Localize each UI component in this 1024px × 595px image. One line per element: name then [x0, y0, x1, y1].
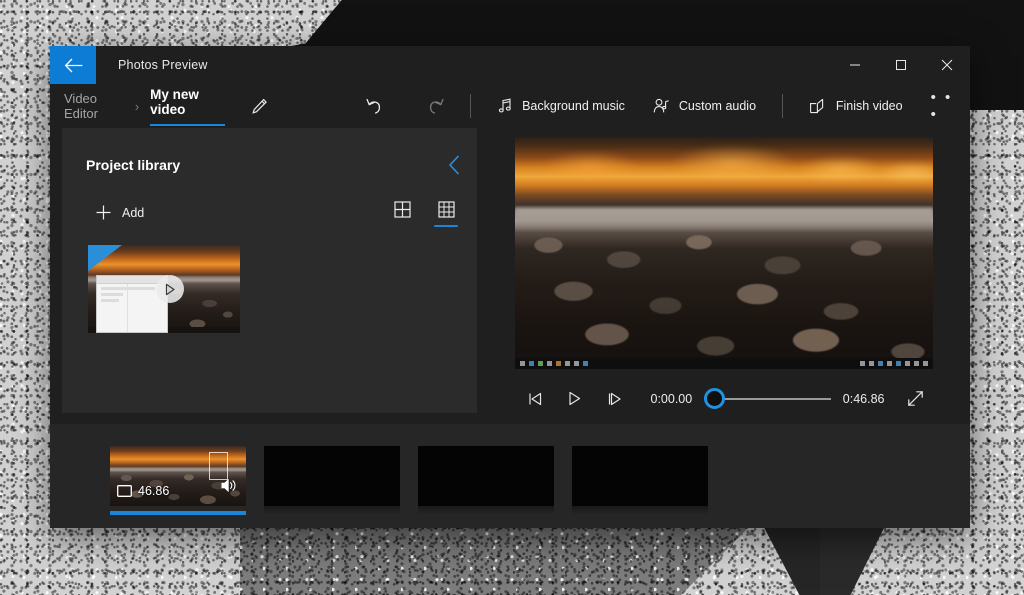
library-title: Project library — [86, 157, 437, 173]
command-bar: Video Editor › My new video — [50, 84, 970, 128]
close-icon — [941, 59, 953, 71]
chevron-left-icon — [448, 155, 461, 175]
maximize-icon — [895, 59, 907, 71]
playback-scrubber[interactable] — [704, 389, 831, 409]
toolbar-divider-1 — [470, 94, 471, 118]
clip-audio-button[interactable] — [221, 478, 238, 498]
previous-frame-button[interactable] — [515, 382, 555, 416]
library-media-item[interactable] — [88, 245, 240, 333]
view-large-thumbnails-button[interactable] — [387, 198, 417, 227]
timeline-clip[interactable]: 46.86 — [110, 446, 246, 506]
media-selected-corner-indicator — [88, 245, 122, 271]
fullscreen-icon — [907, 390, 924, 407]
music-note-icon — [497, 98, 513, 114]
library-toolbar: Add — [62, 180, 477, 227]
finish-video-label: Finish video — [836, 99, 903, 113]
video-frame-icon — [117, 485, 132, 497]
finish-video-button[interactable]: Finish video — [803, 91, 909, 121]
clip-selected-indicator — [110, 511, 246, 515]
total-time-label: 0:46.86 — [843, 392, 885, 406]
breadcrumb-separator: › — [135, 99, 139, 114]
minimize-button[interactable] — [832, 46, 878, 84]
clip-duration-label: 46.86 — [138, 484, 169, 498]
timeline-clip[interactable] — [418, 446, 554, 506]
custom-audio-button[interactable]: Custom audio — [647, 91, 762, 121]
app-title: Photos Preview — [96, 46, 832, 84]
next-frame-icon — [607, 392, 623, 406]
background-music-label: Background music — [522, 99, 625, 113]
scrubber-handle[interactable] — [704, 388, 725, 409]
video-preview-image — [515, 137, 933, 369]
redo-button[interactable] — [423, 91, 450, 121]
library-view-toggles — [387, 198, 461, 227]
library-header: Project library — [62, 128, 477, 180]
back-button[interactable] — [50, 46, 96, 84]
back-arrow-icon — [64, 58, 83, 73]
redo-icon — [427, 97, 446, 115]
undo-button[interactable] — [360, 91, 387, 121]
play-button[interactable] — [555, 382, 595, 416]
current-time-label: 0:00.00 — [651, 392, 693, 406]
speaker-on-icon — [221, 478, 238, 493]
custom-audio-label: Custom audio — [679, 99, 756, 113]
minimize-icon — [849, 59, 861, 71]
video-preview-panel: 0:00.00 0:46.86 — [477, 128, 970, 424]
add-media-label: Add — [122, 206, 144, 220]
title-bar: Photos Preview — [50, 46, 970, 84]
pencil-icon — [251, 98, 268, 115]
clip-duration: 46.86 — [117, 484, 169, 498]
more-options-button[interactable]: • • • — [931, 91, 956, 121]
toolbar-divider-2 — [782, 94, 783, 118]
clip-crop-marker — [209, 452, 228, 480]
timeline-clip[interactable] — [264, 446, 400, 506]
close-button[interactable] — [924, 46, 970, 84]
grid-small-icon — [438, 201, 455, 218]
player-controls: 0:00.00 0:46.86 — [515, 369, 933, 424]
photos-preview-window: Photos Preview Video Editor › My new vid… — [50, 46, 970, 528]
timeline-clip[interactable] — [572, 446, 708, 506]
breadcrumb-project-name[interactable]: My new video — [150, 87, 224, 126]
breadcrumb-video-editor[interactable]: Video Editor — [62, 89, 126, 123]
scrubber-track-line — [715, 398, 831, 400]
video-preview-frame[interactable] — [515, 137, 933, 369]
view-small-thumbnails-button[interactable] — [431, 198, 461, 227]
background-music-button[interactable]: Background music — [491, 91, 631, 121]
add-media-button[interactable]: Add — [88, 199, 151, 226]
next-frame-button[interactable] — [595, 382, 635, 416]
project-library-panel: Project library Add — [62, 128, 477, 413]
plus-icon — [95, 204, 112, 221]
previous-frame-icon — [527, 392, 543, 406]
play-overlay-icon — [156, 275, 184, 303]
library-collapse-button[interactable] — [437, 150, 471, 180]
fullscreen-button[interactable] — [899, 382, 933, 416]
play-icon — [567, 391, 582, 406]
maximize-button[interactable] — [878, 46, 924, 84]
library-media-grid — [62, 227, 477, 333]
recorded-taskbar-strip — [515, 358, 933, 369]
app-body: Project library Add — [50, 128, 970, 424]
undo-icon — [364, 97, 383, 115]
storyboard-timeline: 46.86 — [50, 424, 970, 528]
grid-large-icon — [394, 201, 411, 218]
share-export-icon — [809, 98, 827, 114]
person-audio-icon — [653, 98, 670, 114]
rename-project-button[interactable] — [247, 91, 272, 121]
